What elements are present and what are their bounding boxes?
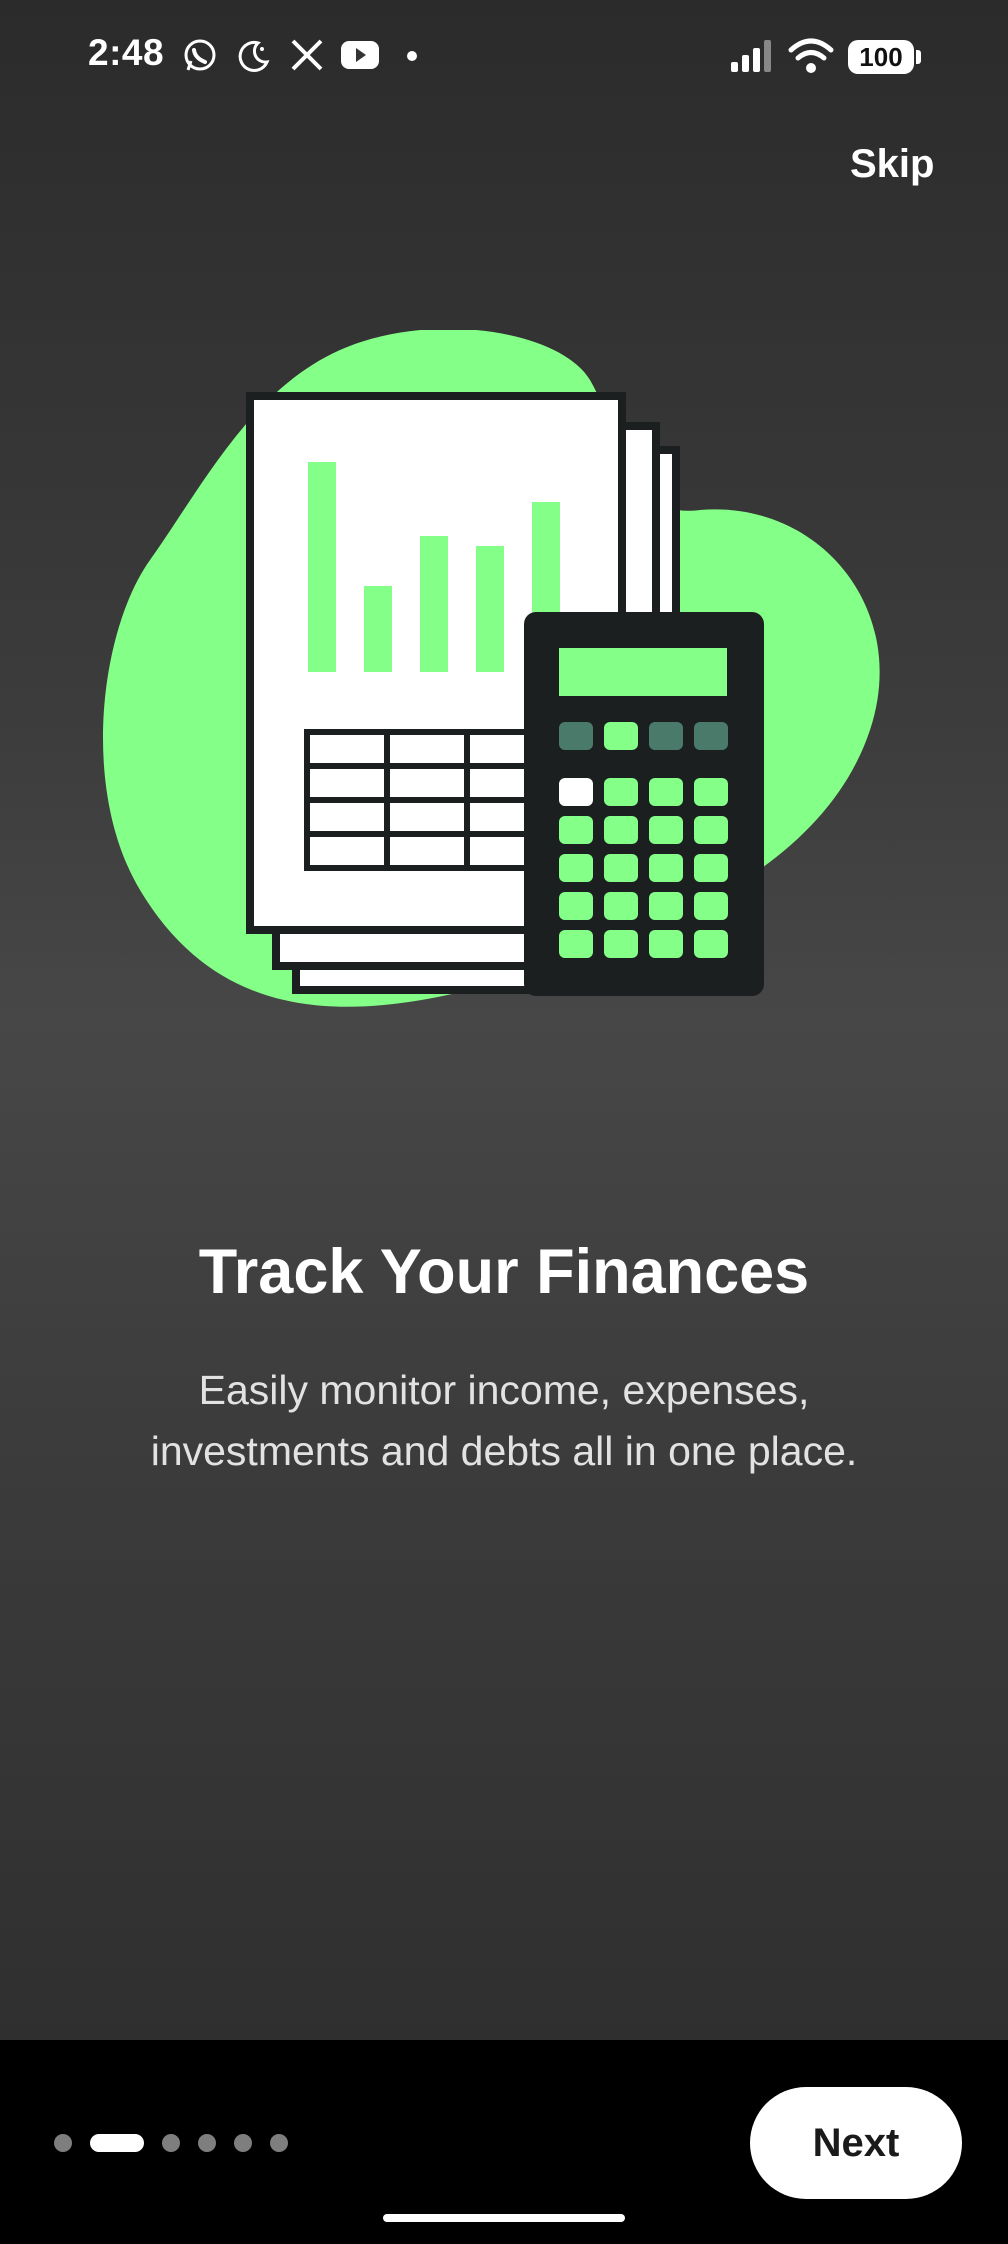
calculator-display: [559, 648, 727, 696]
signal-icon: [731, 40, 771, 72]
battery-tip: [916, 50, 921, 64]
page-dot[interactable]: [234, 2134, 252, 2152]
x-icon: [291, 39, 323, 71]
page-dot[interactable]: [198, 2134, 216, 2152]
page-dot[interactable]: [162, 2134, 180, 2152]
chart-bar: [364, 586, 392, 672]
subtitle-line: investments and debts all in one place.: [150, 1428, 858, 1474]
page-dot[interactable]: [54, 2134, 72, 2152]
page-dot[interactable]: [270, 2134, 288, 2152]
skip-button[interactable]: Skip: [850, 142, 934, 187]
subtitle-line: Easily monitor income, expenses,: [198, 1367, 810, 1413]
page-dot-active[interactable]: [90, 2134, 144, 2152]
onboarding-title: Track Your Finances: [198, 1237, 810, 1307]
status-bar: 2:48 100: [0, 0, 1008, 115]
battery-icon: 100: [848, 40, 914, 74]
wifi-icon: [788, 38, 834, 73]
home-indicator[interactable]: [383, 2214, 625, 2222]
moon-icon: [238, 40, 270, 72]
document-table: [304, 729, 550, 871]
chart-bar: [476, 546, 504, 672]
status-time: 2:48: [88, 32, 165, 73]
next-button[interactable]: Next: [750, 2087, 962, 2199]
youtube-icon: [341, 41, 379, 69]
dot-icon: [407, 51, 417, 61]
onboarding-subtitle: Easily monitor income, expenses, investm…: [90, 1360, 918, 1482]
page-indicator: [54, 2134, 288, 2152]
chart-bar: [308, 462, 336, 672]
chart-bar: [420, 536, 448, 672]
whatsapp-icon: [184, 39, 216, 71]
finance-documents-calculator-illustration: [103, 330, 880, 1007]
onboarding-screen: 2:48 100 Skip Track Your Finances Easily…: [0, 0, 1008, 2040]
calculator: [524, 612, 764, 996]
